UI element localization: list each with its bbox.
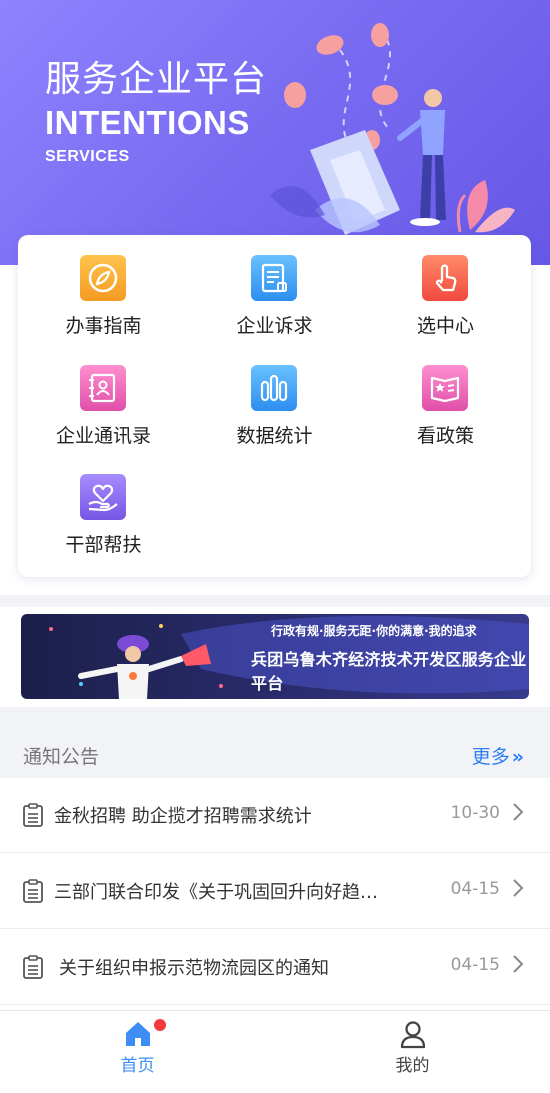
user-icon bbox=[400, 1021, 426, 1049]
notice-date: 04-15 bbox=[450, 955, 500, 975]
notice-header: 通知公告 更多» bbox=[0, 730, 550, 778]
grid-item-statistics[interactable]: 数据统计 bbox=[189, 345, 360, 447]
chevron-right-icon bbox=[513, 803, 524, 821]
grid-label: 选中心 bbox=[416, 315, 474, 337]
tab-label: 我的 bbox=[395, 1056, 430, 1076]
grid-item-enterprise-appeal[interactable]: 企业诉求 bbox=[189, 235, 360, 337]
grid-label: 数据统计 bbox=[236, 425, 313, 447]
bar-chart-icon bbox=[251, 365, 297, 411]
grid-item-guide[interactable]: 办事指南 bbox=[18, 235, 189, 337]
tap-hand-icon bbox=[422, 255, 468, 301]
banner-slogan: 行政有规·服务无距·你的满意·我的追求 bbox=[271, 624, 477, 638]
notice-date: 10-30 bbox=[450, 803, 500, 823]
double-chevron-right-icon: » bbox=[511, 746, 524, 768]
home-icon bbox=[126, 1022, 150, 1046]
notice-text: 金秋招聘 助企揽才招聘需求统计 bbox=[54, 806, 312, 827]
grid-label: 企业诉求 bbox=[236, 315, 313, 337]
hero-title: 服务企业平台 bbox=[45, 59, 268, 100]
document-icon bbox=[251, 255, 297, 301]
compass-icon bbox=[80, 255, 126, 301]
grid-label: 办事指南 bbox=[65, 315, 142, 337]
promo-banner[interactable]: 行政有规·服务无距·你的满意·我的追求 兵团乌鲁木齐经济技术开发区服务企业平台 bbox=[21, 614, 529, 699]
notice-date: 04-15 bbox=[450, 879, 500, 899]
grid-item-policy[interactable]: 看政策 bbox=[360, 345, 531, 447]
grid-label: 干部帮扶 bbox=[65, 534, 142, 556]
tab-mine[interactable]: 我的 bbox=[275, 1011, 550, 1093]
more-label: 更多 bbox=[471, 746, 510, 768]
notice-text: 三部门联合印发《关于巩固回升向好趋… bbox=[54, 882, 378, 903]
chevron-right-icon bbox=[513, 879, 524, 897]
notice-text: 关于组织申报示范物流园区的通知 bbox=[59, 958, 329, 979]
feature-grid-card: 办事指南 企业诉求 选中心 企业通讯录 数据统计 看政策 干部帮扶 bbox=[18, 235, 531, 577]
contacts-book-icon bbox=[80, 365, 126, 411]
notification-badge bbox=[154, 1019, 166, 1031]
notice-list: 金秋招聘 助企揽才招聘需求统计 10-30 三部门联合印发《关于巩固回升向好趋…… bbox=[0, 778, 550, 1010]
clipboard-icon bbox=[23, 803, 43, 827]
chevron-right-icon bbox=[513, 955, 524, 973]
banner-title: 兵团乌鲁木齐经济技术开发区服务企业平台 bbox=[251, 650, 527, 693]
notice-row[interactable]: 金秋招聘 助企揽才招聘需求统计 10-30 bbox=[0, 778, 550, 853]
clipboard-icon bbox=[23, 879, 43, 903]
more-link[interactable]: 更多» bbox=[472, 742, 524, 769]
notice-row[interactable]: 关于组织申报示范物流园区的通知 04-15 bbox=[0, 930, 550, 1005]
heart-hand-icon bbox=[80, 474, 126, 520]
tab-label: 首页 bbox=[120, 1056, 155, 1076]
notice-row[interactable]: 三部门联合印发《关于巩固回升向好趋… 04-15 bbox=[0, 854, 550, 929]
grid-item-selection-center[interactable]: 选中心 bbox=[360, 235, 531, 337]
hero-illustration bbox=[270, 23, 515, 235]
clipboard-icon bbox=[23, 955, 43, 979]
notice-section-title: 通知公告 bbox=[23, 746, 100, 768]
hero-subtitle: INTENTIONS bbox=[45, 104, 250, 141]
tab-home[interactable]: 首页 bbox=[0, 1011, 275, 1093]
grid-item-cadre-support[interactable]: 干部帮扶 bbox=[18, 454, 189, 556]
hero-banner: 服务企业平台 INTENTIONS SERVICES bbox=[0, 0, 550, 265]
grid-label: 企业通讯录 bbox=[55, 425, 151, 447]
grid-item-contacts[interactable]: 企业通讯录 bbox=[18, 345, 189, 447]
grid-label: 看政策 bbox=[416, 425, 474, 447]
bottom-tab-bar: 首页 我的 bbox=[0, 1010, 550, 1093]
policy-book-icon bbox=[422, 365, 468, 411]
hero-subtitle-2: SERVICES bbox=[45, 148, 130, 165]
